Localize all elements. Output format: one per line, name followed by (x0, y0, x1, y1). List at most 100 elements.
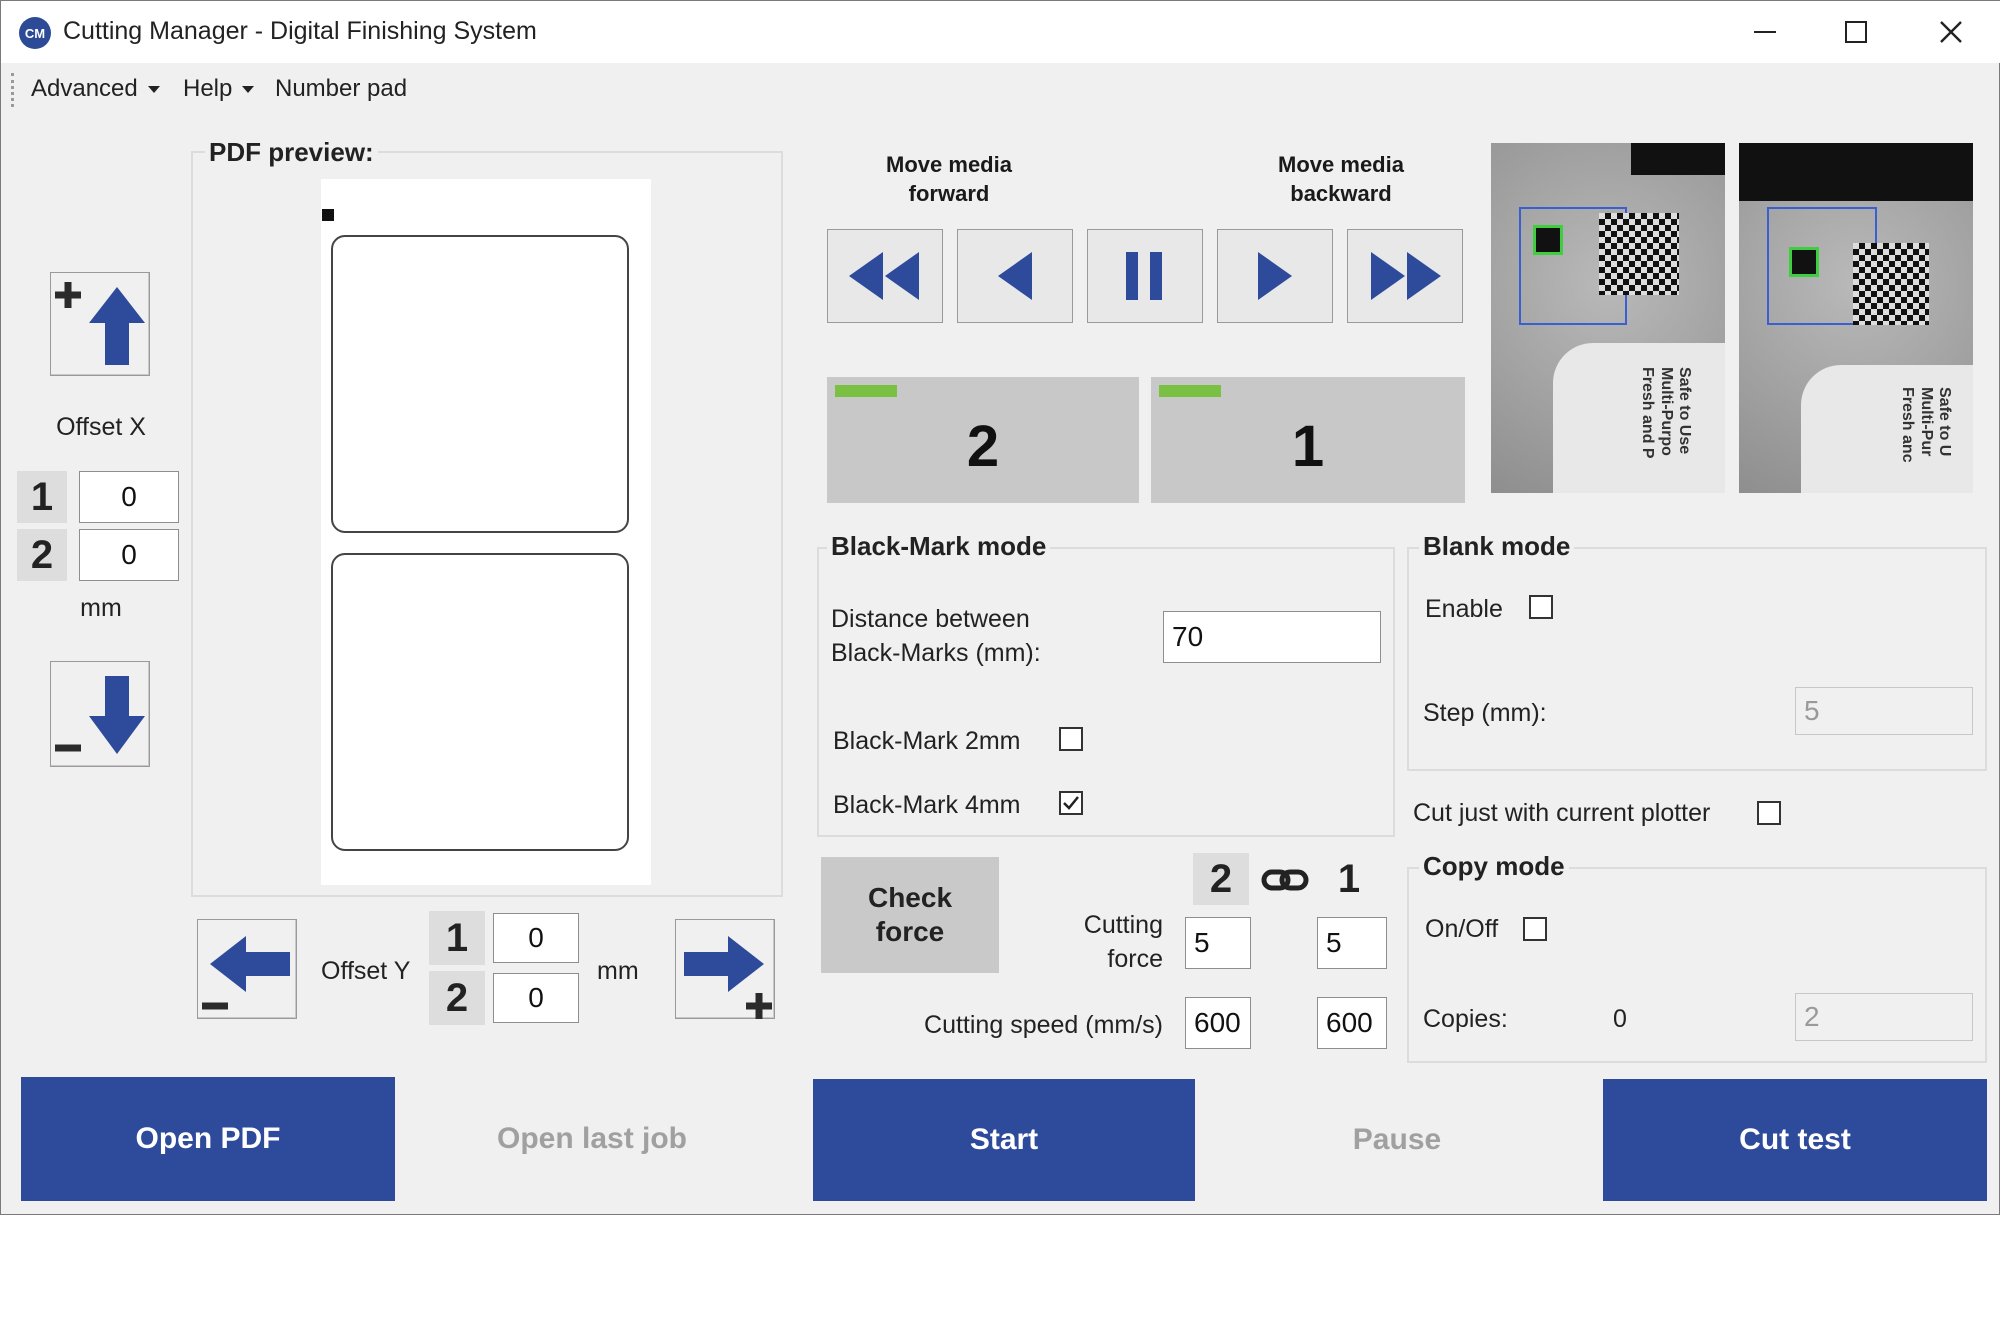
offset-y-head-2-input[interactable]: 0 (493, 973, 579, 1023)
left-arrow-icon (998, 252, 1032, 300)
camera-right-label-text: Safe to U Multi-Pur Fresh anc (1899, 387, 1953, 463)
cutting-force-head-2-input[interactable]: 5 (1185, 917, 1251, 969)
blank-enable-label: Enable (1425, 595, 1503, 623)
offset-y-unit: mm (597, 957, 639, 985)
step-forward-media-button[interactable] (957, 229, 1073, 323)
pdf-preview-page (321, 179, 651, 885)
force-head-2-badge: 2 (1193, 853, 1249, 905)
offset-x-head-1-badge: 1 (17, 471, 67, 523)
copy-mode-title: Copy mode (1419, 851, 1569, 882)
cut-test-button[interactable]: Cut test (1603, 1079, 1987, 1201)
offset-x-plus-button[interactable] (50, 272, 150, 376)
check-force-button[interactable]: Check force (821, 857, 999, 973)
menu-help-label: Help (183, 75, 233, 102)
menu-number-pad-label: Number pad (275, 75, 408, 102)
qr-code-icon (1853, 243, 1929, 325)
blank-enable-checkbox[interactable] (1529, 595, 1553, 619)
start-button[interactable]: Start (813, 1079, 1195, 1201)
camera-view-right: Safe to U Multi-Pur Fresh anc (1739, 143, 1973, 493)
move-media-backward-label: Move media backward (1278, 152, 1404, 206)
maximize-button[interactable] (1816, 7, 1896, 57)
label-outline-top (331, 235, 629, 533)
black-mark-2mm-checkbox[interactable] (1059, 727, 1083, 751)
qr-code-icon (1599, 213, 1679, 295)
camera-left-mark-marker (1533, 225, 1563, 255)
check-force-label-line2: force (875, 916, 945, 947)
cutting-speed-label: Cutting speed (mm/s) (924, 1011, 1163, 1039)
distance-label-line2: Black-Marks (mm): (831, 639, 1041, 667)
head-2-status-indicator (835, 385, 897, 397)
minimize-button[interactable] (1725, 7, 1805, 57)
camera-right-shadow (1739, 143, 1973, 201)
close-button[interactable] (1911, 7, 1991, 57)
chevron-down-icon (242, 85, 255, 93)
black-mark-2mm-label: Black-Mark 2mm (833, 727, 1021, 755)
head-1-counter-value: 1 (1291, 414, 1325, 479)
open-pdf-button[interactable]: Open PDF (21, 1077, 395, 1201)
plus-right-arrow-icon (684, 936, 772, 1019)
cutting-speed-head-2-input[interactable]: 600 (1185, 997, 1251, 1049)
blank-mode-title: Blank mode (1419, 531, 1575, 562)
offset-x-unit: mm (80, 594, 122, 622)
offset-y-head-1-badge: 1 (429, 911, 485, 965)
offset-x-head-1-input[interactable]: 0 (79, 471, 179, 523)
toolbar-grip[interactable] (11, 73, 14, 107)
minimize-icon (1754, 31, 1776, 33)
offset-y-label: Offset Y (321, 957, 411, 985)
pause-button[interactable]: Pause (1207, 1079, 1587, 1201)
black-mark-mode-title: Black-Mark mode (827, 531, 1051, 562)
cut-current-plotter-checkbox[interactable] (1757, 801, 1781, 825)
blank-step-input[interactable]: 5 (1795, 687, 1973, 735)
offset-y-head-2-badge: 2 (429, 971, 485, 1025)
cutting-force-head-1-input[interactable]: 5 (1317, 917, 1387, 969)
cut-current-plotter-label: Cut just with current plotter (1413, 799, 1711, 827)
right-arrow-icon (1258, 252, 1292, 300)
title-bar: CM Cutting Manager - Digital Finishing S… (1, 1, 2000, 63)
camera-right-mark-marker (1789, 247, 1819, 277)
black-mark-distance-input[interactable]: 70 (1163, 611, 1381, 663)
camera-left-label-text: Safe to Use Multi-Purpo Fresh and P (1639, 367, 1693, 459)
menu-advanced-label: Advanced (31, 75, 138, 102)
minus-down-arrow-icon (55, 676, 145, 754)
copy-onoff-label: On/Off (1425, 915, 1499, 943)
black-mark-4mm-checkbox[interactable] (1059, 791, 1083, 815)
menu-advanced[interactable]: Advanced (31, 75, 160, 103)
open-last-job-button[interactable]: Open last job (407, 1077, 777, 1201)
head-2-counter: 2 (827, 377, 1139, 503)
camera-view-left: Safe to Use Multi-Purpo Fresh and P (1491, 143, 1725, 493)
menu-help[interactable]: Help (183, 75, 255, 103)
app-window: CM Cutting Manager - Digital Finishing S… (0, 0, 2000, 1215)
app-logo-icon: CM (19, 17, 51, 49)
minus-left-arrow-icon (202, 936, 290, 1010)
head-1-status-indicator (1159, 385, 1221, 397)
check-force-label-line1: Check (867, 882, 953, 914)
offset-x-minus-button[interactable] (50, 661, 150, 767)
window-title: Cutting Manager - Digital Finishing Syst… (63, 17, 537, 45)
pause-icon (1126, 252, 1162, 300)
offset-y-minus-button[interactable] (197, 919, 297, 1019)
offset-x-head-2-badge: 2 (17, 529, 67, 581)
offset-x-head-2-input[interactable]: 0 (79, 529, 179, 581)
fast-forward-media-button[interactable] (827, 229, 943, 323)
offset-x-label: Offset X (56, 413, 146, 441)
move-media-forward-label: Move media forward (886, 152, 1012, 206)
copies-label: Copies: (1423, 1005, 1508, 1033)
step-backward-media-button[interactable] (1217, 229, 1333, 323)
chevron-down-icon (147, 85, 160, 93)
plus-up-arrow-icon (55, 282, 145, 365)
head-1-counter: 1 (1151, 377, 1465, 503)
copies-input[interactable]: 2 (1795, 993, 1973, 1041)
copy-onoff-checkbox[interactable] (1523, 917, 1547, 941)
cutting-speed-head-1-input[interactable]: 600 (1317, 997, 1387, 1049)
fast-backward-media-button[interactable] (1347, 229, 1463, 323)
copies-count: 0 (1613, 1005, 1627, 1033)
menu-number-pad[interactable]: Number pad (275, 75, 407, 103)
blank-step-label: Step (mm): (1423, 699, 1547, 727)
black-mark-square (322, 209, 334, 221)
double-left-arrow-icon (849, 252, 919, 300)
pause-media-button[interactable] (1087, 229, 1203, 323)
offset-y-head-1-input[interactable]: 0 (493, 913, 579, 963)
blank-mode-group (1407, 547, 1987, 771)
camera-left-shadow (1631, 143, 1725, 175)
offset-y-plus-button[interactable] (675, 919, 775, 1019)
